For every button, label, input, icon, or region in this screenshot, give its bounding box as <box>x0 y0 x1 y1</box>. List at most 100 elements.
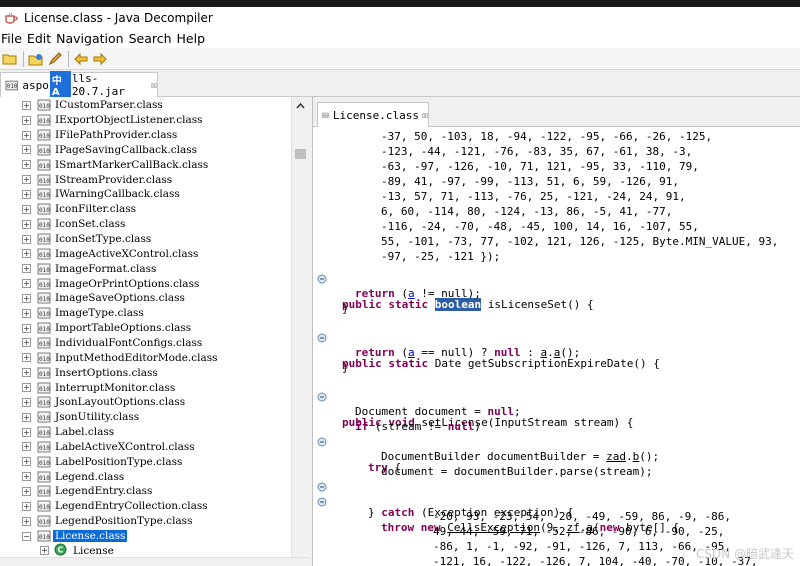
menu-edit[interactable]: Edit <box>26 31 55 46</box>
keyword: null <box>487 405 514 418</box>
tab-license-class[interactable]: 010 License.class ☒ <box>317 102 429 127</box>
method-ref[interactable]: a <box>554 346 561 359</box>
open-type-button[interactable] <box>27 50 45 68</box>
expand-icon[interactable]: + <box>22 427 31 437</box>
collapse-icon[interactable] <box>317 392 327 402</box>
class-file-icon: 010 <box>37 114 51 126</box>
tree-item[interactable]: +010 InputMethodEditorMode.class <box>0 350 290 365</box>
expand-icon[interactable]: + <box>22 264 31 274</box>
expand-icon[interactable]: + <box>22 204 31 214</box>
expand-icon[interactable]: + <box>22 219 31 229</box>
tree-vertical-scrollbar[interactable] <box>291 97 308 557</box>
expand-icon[interactable]: + <box>22 442 31 452</box>
tree-item-label: Legend.class <box>55 470 125 483</box>
class-ref[interactable]: a <box>540 346 547 359</box>
tree-item[interactable]: +010 Legend.class <box>0 469 290 484</box>
expand-icon[interactable]: + <box>22 100 31 110</box>
tree-item[interactable]: +010 ImportTableOptions.class <box>0 321 290 336</box>
open-file-button[interactable] <box>1 50 19 68</box>
expand-icon[interactable]: + <box>22 501 31 511</box>
expand-icon[interactable]: + <box>22 234 31 244</box>
tree-item[interactable]: − 010 License.class <box>0 529 290 544</box>
svg-text:010: 010 <box>39 445 50 452</box>
class-file-icon: 010 <box>37 426 51 438</box>
expand-icon[interactable]: + <box>22 412 31 422</box>
expand-icon[interactable]: + <box>22 353 31 363</box>
tree-horizontal-scrollbar[interactable] <box>0 557 308 566</box>
tree-item[interactable]: +010 ImageType.class <box>0 306 290 321</box>
tree-item[interactable]: +010 IStreamProvider.class <box>0 172 290 187</box>
collapse-icon[interactable]: − <box>22 531 31 541</box>
tree-item[interactable]: +010 ISmartMarkerCallBack.class <box>0 157 290 172</box>
search-button[interactable] <box>46 50 64 68</box>
close-icon[interactable]: ☒ <box>422 110 428 121</box>
tree-item[interactable]: +010 IExportObjectListener.class <box>0 113 290 128</box>
tree-item[interactable]: +010 IndividualFontConfigs.class <box>0 336 290 351</box>
field-ref[interactable]: a <box>408 346 415 359</box>
tree-item[interactable]: +010 ImageActiveXControl.class <box>0 247 290 262</box>
menu-help[interactable]: Help <box>176 31 210 46</box>
close-icon[interactable]: ☒ <box>151 80 157 91</box>
expand-icon[interactable]: + <box>22 130 31 140</box>
tree-item[interactable]: +010 LegendEntry.class <box>0 484 290 499</box>
tree-item[interactable]: +010 IFilePathProvider.class <box>0 128 290 143</box>
scroll-up-icon[interactable] <box>292 100 309 112</box>
expand-icon[interactable]: + <box>22 472 31 482</box>
tree-item[interactable]: +010 ImageOrPrintOptions.class <box>0 276 290 291</box>
expand-icon[interactable]: + <box>22 308 31 318</box>
menu-file[interactable]: File <box>0 31 26 46</box>
tree-item[interactable]: +010 LabelPositionType.class <box>0 454 290 469</box>
method-ref[interactable]: b <box>633 450 640 463</box>
expand-icon[interactable]: + <box>22 293 31 303</box>
collapse-icon[interactable] <box>317 482 327 492</box>
expand-icon[interactable]: + <box>22 145 31 155</box>
code-view[interactable]: -37, 50, -103, 18, -94, -122, -95, -66, … <box>313 128 800 566</box>
svg-text:010: 010 <box>39 163 50 170</box>
tree-child-item[interactable]: + C License <box>0 543 290 558</box>
back-button[interactable] <box>72 50 90 68</box>
tree-item[interactable]: +010 Label.class <box>0 425 290 440</box>
expand-icon[interactable]: + <box>22 249 31 259</box>
tree-item[interactable]: +010 JsonUtility.class <box>0 410 290 425</box>
expand-icon[interactable]: + <box>22 279 31 289</box>
tree-item[interactable]: +010 LabelActiveXControl.class <box>0 440 290 455</box>
collapse-icon[interactable] <box>317 274 327 284</box>
code-line: -86, 1, -1, -92, -91, -126, 7, 113, -66,… <box>433 540 732 553</box>
menu-navigation[interactable]: Navigation <box>55 31 127 46</box>
expand-icon[interactable]: + <box>22 115 31 125</box>
forward-button[interactable] <box>91 50 109 68</box>
expand-icon[interactable]: + <box>22 338 31 348</box>
expand-icon[interactable]: + <box>22 189 31 199</box>
expand-icon[interactable]: + <box>22 368 31 378</box>
tree-item[interactable]: +010 LegendEntryCollection.class <box>0 499 290 514</box>
expand-icon[interactable]: + <box>22 175 31 185</box>
tree-item[interactable]: +010 IWarningCallback.class <box>0 187 290 202</box>
field-ref[interactable]: a <box>408 287 415 300</box>
tree-item[interactable]: +010 IconFilter.class <box>0 202 290 217</box>
tab-archive[interactable]: 010 aspo 中A lls-20.7.jar ☒ <box>0 71 158 99</box>
expand-icon[interactable]: + <box>22 323 31 333</box>
tree-item[interactable]: +010 InsertOptions.class <box>0 365 290 380</box>
collapse-icon[interactable] <box>317 497 327 507</box>
scroll-thumb[interactable] <box>295 149 306 159</box>
expand-icon[interactable]: + <box>22 160 31 170</box>
tree-item[interactable]: +010 ImageFormat.class <box>0 261 290 276</box>
tree-item[interactable]: +010 ICustomParser.class <box>0 98 290 113</box>
expand-icon[interactable]: + <box>22 457 31 467</box>
expand-icon[interactable]: + <box>22 397 31 407</box>
tree-item[interactable]: +010 IconSet.class <box>0 217 290 232</box>
expand-icon[interactable]: + <box>22 516 31 526</box>
tree-item[interactable]: +010 IPageSavingCallback.class <box>0 143 290 158</box>
menu-search[interactable]: Search <box>128 31 176 46</box>
tree-item[interactable]: +010 IconSetType.class <box>0 232 290 247</box>
expand-icon[interactable]: + <box>40 546 49 556</box>
class-ref[interactable]: zad <box>606 450 626 463</box>
expand-icon[interactable]: + <box>22 383 31 393</box>
collapse-icon[interactable] <box>317 333 327 343</box>
tree-item[interactable]: +010 LegendPositionType.class <box>0 514 290 529</box>
tree-item[interactable]: +010 InterruptMonitor.class <box>0 380 290 395</box>
tree-item[interactable]: +010 ImageSaveOptions.class <box>0 291 290 306</box>
collapse-icon[interactable] <box>317 437 327 447</box>
tree-item[interactable]: +010 JsonLayoutOptions.class <box>0 395 290 410</box>
expand-icon[interactable]: + <box>22 486 31 496</box>
